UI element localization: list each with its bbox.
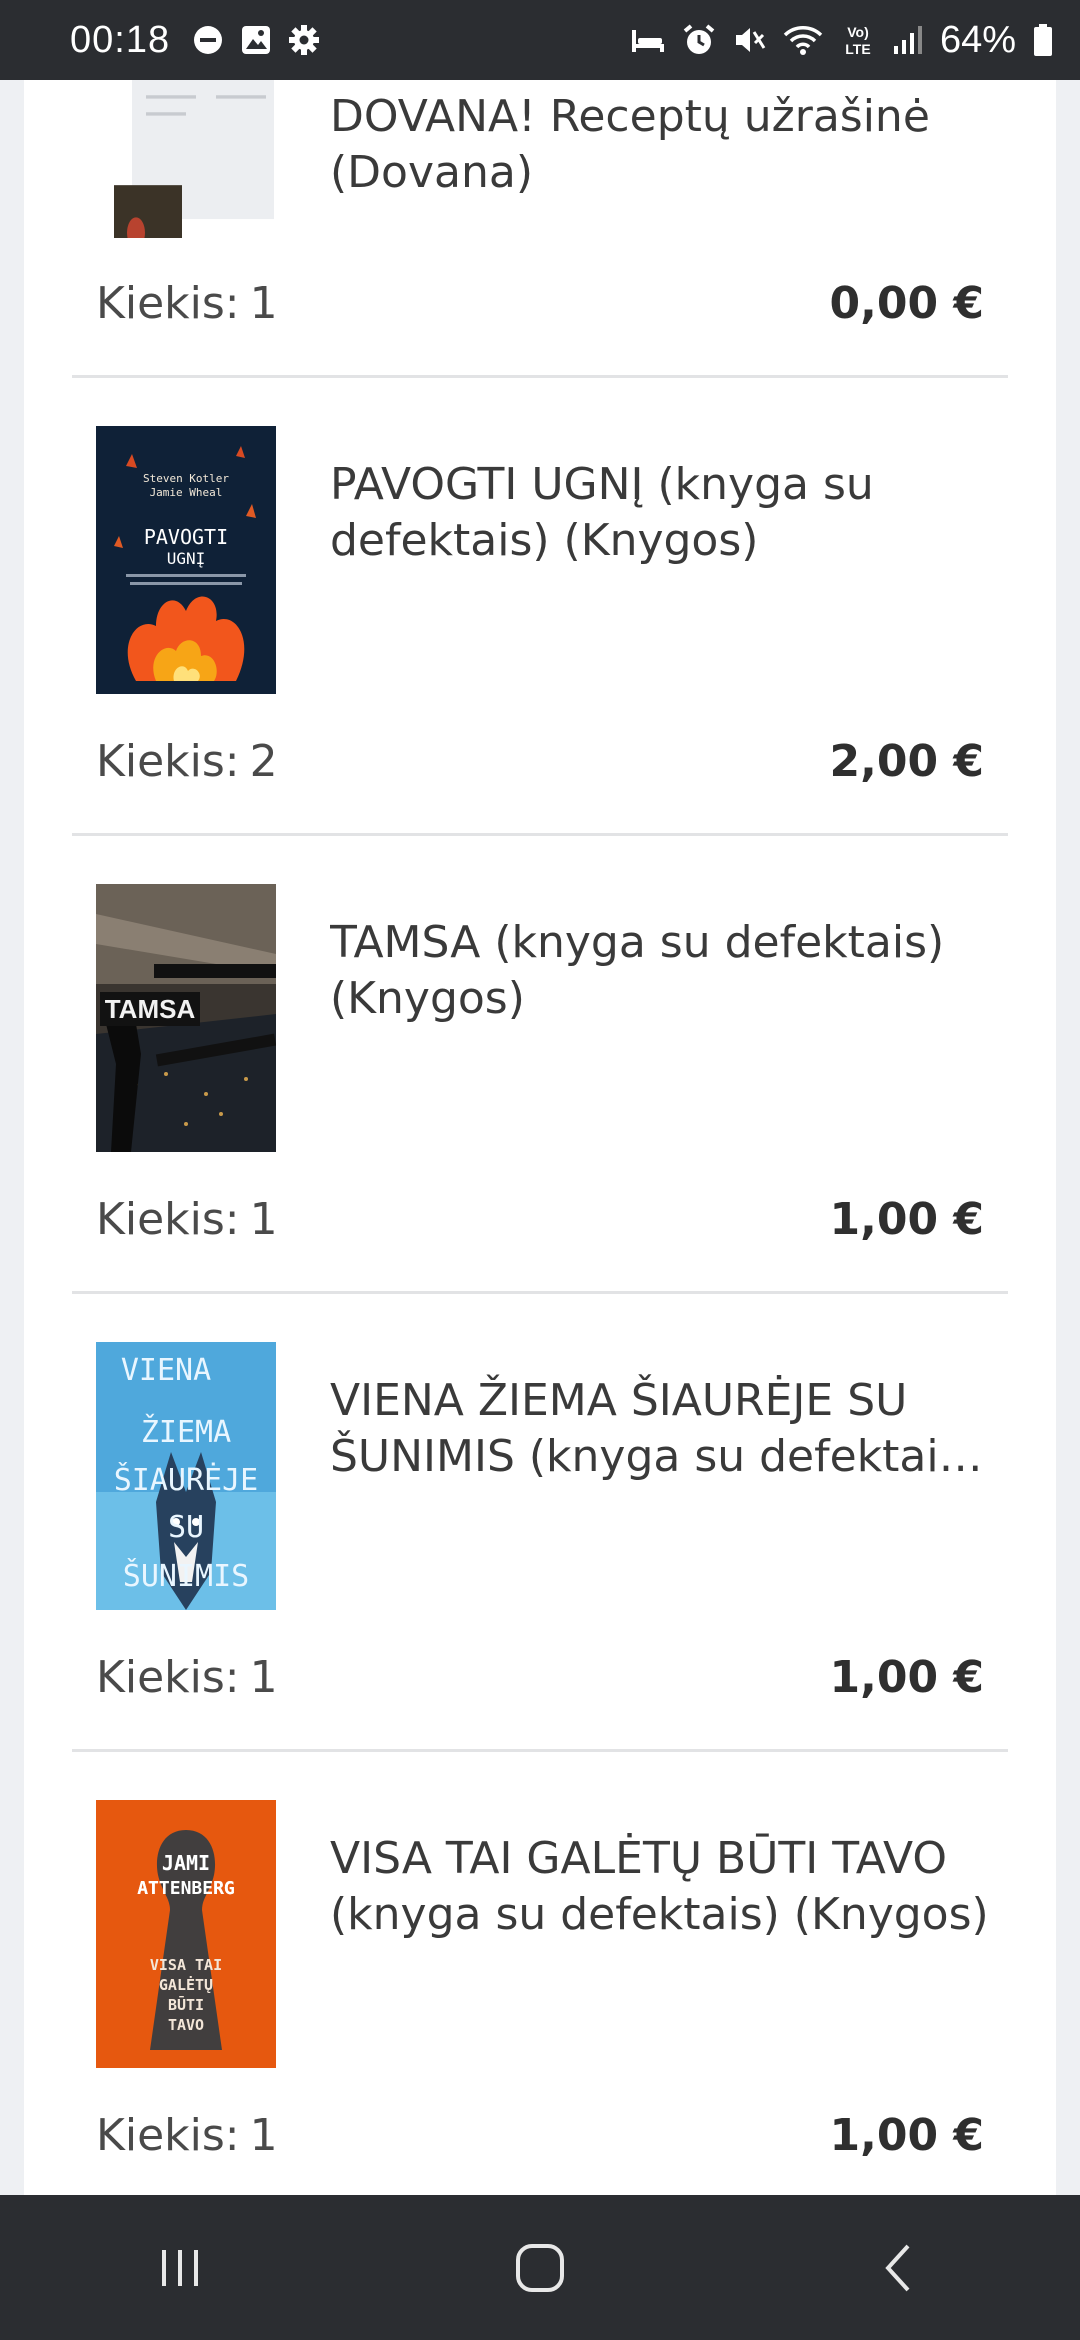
item-price: 1,00 € [829,2110,985,2161]
product-title[interactable]: VIENA ŽIEMA ŠIAURĖJE SU ŠUNIMIS (knyga s… [330,1364,990,1494]
svg-text:SU: SU [168,1510,204,1545]
product-image[interactable] [96,80,276,238]
recent-apps-icon [162,2249,198,2286]
svg-text:ŽIEMA: ŽIEMA [141,1414,231,1450]
page-background-left [0,80,24,2195]
svg-text:BŪTI: BŪTI [168,1994,204,2014]
cart-item[interactable]: JAMI ATTENBERG JAMI ATTENBERG VISA TAI G… [72,1752,1008,2195]
cart-item[interactable]: DOVANA! Receptų užrašinė (Dovana) Kiekis… [72,80,1008,378]
cart-item[interactable]: Steven Kotler Jamie Wheal PAVOGTI UGNĮ P… [72,378,1008,836]
battery-percent: 64% [939,18,1016,61]
svg-text:Jamie Wheal: Jamie Wheal [150,486,223,499]
quantity-text: Kiekis: 1 [96,278,278,329]
product-image[interactable]: JAMI ATTENBERG JAMI ATTENBERG VISA TAI G… [96,1800,276,2068]
item-price: 2,00 € [829,736,985,787]
settings-icon [288,24,320,56]
product-image[interactable]: Steven Kotler Jamie Wheal PAVOGTI UGNĮ [96,426,276,694]
status-time: 00:18 [70,18,171,61]
product-title[interactable]: VISA TAI GALĖTŲ BŪTI TAVO (knyga su defe… [330,1822,990,1952]
signal-icon [892,24,924,56]
svg-text:ATTENBERG: ATTENBERG [137,1878,235,1899]
status-left: 00:18 [70,19,320,62]
product-title[interactable]: DOVANA! Receptų užrašinė (Dovana) [330,80,990,210]
status-bar: 00:18 Vo) LTE 64% [0,0,1080,80]
back-button[interactable] [840,2218,960,2318]
item-price: 0,00 € [829,278,985,329]
navigation-bar [0,2195,1080,2340]
svg-text:GALĖTŲ: GALĖTŲ [159,1975,213,1994]
cart-list[interactable]: DOVANA! Receptų užrašinė (Dovana) Kiekis… [24,80,1056,2195]
quantity-text: Kiekis: 2 [96,736,278,787]
home-button[interactable] [480,2218,600,2318]
svg-text:Vo): Vo) [847,24,869,40]
svg-text:JAMI: JAMI [162,1851,210,1875]
volte-icon: Vo) LTE [840,21,876,59]
back-icon [885,2244,910,2291]
item-price: 1,00 € [829,1194,985,1245]
svg-text:LTE: LTE [845,41,870,57]
recent-apps-button[interactable] [120,2218,240,2318]
svg-text:UGNĮ: UGNĮ [167,549,206,568]
product-image[interactable]: TAMSA [96,884,276,1152]
do-not-disturb-icon [192,24,224,56]
page-background-right [1056,80,1080,2195]
svg-text:VIENA: VIENA [121,1353,211,1388]
svg-text:ŠIAURĖJE: ŠIAURĖJE [114,1461,259,1498]
gallery-icon [240,24,272,56]
quantity-text: Kiekis: 1 [96,2110,278,2161]
cart-item[interactable]: TAMSA TAMSA (knyga su defektais) (Knygos… [72,836,1008,1294]
battery-icon [1032,23,1054,57]
wifi-icon [782,23,824,57]
mute-icon [732,23,766,57]
product-title[interactable]: TAMSA (knyga su defektais) (Knygos) [330,906,990,1036]
product-title[interactable]: PAVOGTI UGNĮ (knyga su defektais) (Knygo… [330,448,990,578]
cover-authors: Steven Kotler [143,472,229,485]
quantity-text: Kiekis: 1 [96,1194,278,1245]
quantity-text: Kiekis: 1 [96,1652,278,1703]
svg-text:TAVO: TAVO [168,2016,204,2034]
cart-item[interactable]: VIENA ŽIEMA ŠIAURĖJE SU ŠUNIMIS VIENA ŽI… [72,1294,1008,1752]
cover-title: PAVOGTI [144,525,228,549]
product-image[interactable]: VIENA ŽIEMA ŠIAURĖJE SU ŠUNIMIS [96,1342,276,1610]
status-right: Vo) LTE 64% [630,19,1054,62]
svg-text:TAMSA: TAMSA [105,994,196,1024]
alarm-icon [682,23,716,57]
svg-text:ŠUNIMIS: ŠUNIMIS [123,1557,249,1594]
bed-icon [630,24,666,56]
home-icon [516,2243,564,2292]
svg-text:VISA TAI: VISA TAI [150,1956,222,1974]
item-price: 1,00 € [829,1652,985,1703]
